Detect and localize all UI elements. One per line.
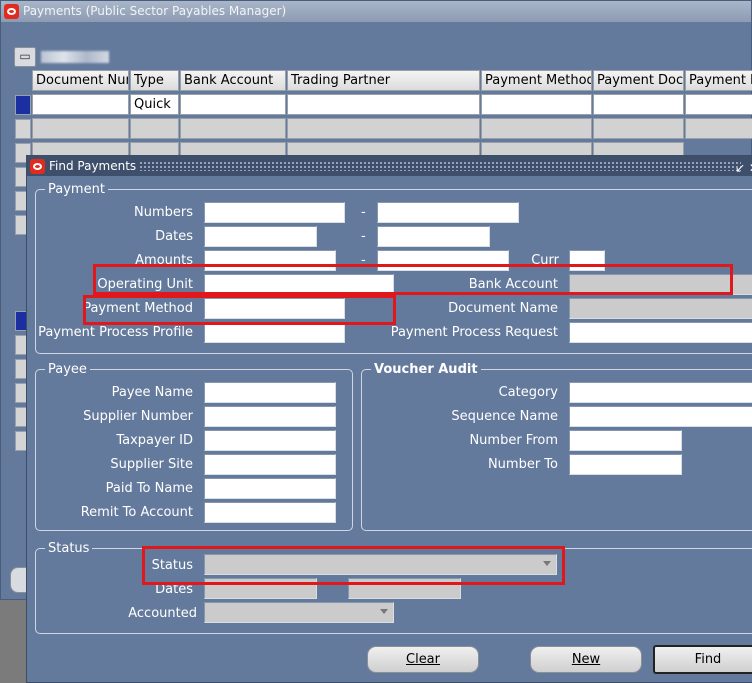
find-button[interactable]: Find [653, 645, 752, 674]
table-cell[interactable] [593, 118, 684, 139]
row-selector[interactable] [15, 95, 31, 115]
table-cell[interactable] [481, 118, 592, 139]
chevron-down-icon [543, 561, 551, 566]
col-header-trading-partner[interactable]: Trading Partner [287, 70, 480, 91]
status-label: Status [151, 558, 193, 573]
currency-field[interactable] [569, 250, 605, 271]
payee-group-title: Payee [45, 362, 90, 377]
table-cell[interactable] [593, 94, 684, 115]
window-controls-icon[interactable]: ↙ ✕ [735, 158, 752, 178]
amounts-to-field[interactable] [377, 250, 509, 271]
payment-method-label: Payment Method [83, 301, 193, 316]
find-payments-title: Find Payments [49, 159, 137, 173]
amounts-from-field[interactable] [204, 250, 336, 271]
status-group-title: Status [45, 541, 93, 556]
document-name-field[interactable] [569, 298, 752, 319]
payee-name-label: Payee Name [111, 385, 193, 400]
number-to-label: Number To [487, 457, 558, 472]
payment-process-request-label: Payment Process Request [390, 325, 558, 340]
status-dates-to-field[interactable] [348, 578, 461, 599]
blurred-folder-name [41, 51, 109, 63]
payee-name-field[interactable] [204, 382, 336, 403]
col-header-payment-process[interactable]: Payment P [685, 70, 752, 91]
table-cell[interactable] [32, 118, 129, 139]
col-header-type[interactable]: Type [130, 70, 179, 91]
oracle-logo-icon [4, 4, 19, 19]
table-cell[interactable] [685, 94, 752, 115]
number-from-field[interactable] [569, 430, 682, 451]
amounts-label: Amounts [135, 253, 193, 268]
payment-method-field[interactable] [204, 298, 345, 319]
document-name-label: Document Name [448, 301, 558, 316]
payment-process-profile-field[interactable] [204, 322, 345, 343]
table-cell[interactable] [481, 94, 592, 115]
remit-to-account-label: Remit To Account [80, 505, 193, 520]
number-from-label: Number From [469, 433, 558, 448]
col-header-bank-account[interactable]: Bank Account [180, 70, 286, 91]
dates-range-separator: - [361, 229, 366, 244]
payment-process-request-field[interactable] [569, 322, 752, 343]
payments-window-title: Payments (Public Sector Payables Manager… [23, 4, 287, 18]
dates-from-field[interactable] [204, 226, 317, 247]
table-cell[interactable] [180, 118, 286, 139]
titlebar-grip [139, 161, 741, 171]
sequence-name-label: Sequence Name [451, 409, 558, 424]
taxpayer-id-label: Taxpayer ID [116, 433, 193, 448]
supplier-site-label: Supplier Site [110, 457, 193, 472]
clear-button-label: Clear [406, 652, 440, 667]
remit-to-account-field[interactable] [204, 502, 336, 523]
accounted-label: Accounted [128, 606, 197, 621]
voucher-audit-group-title: Voucher Audit [371, 362, 481, 377]
clear-button[interactable]: Clear [367, 646, 479, 673]
new-button[interactable]: New [530, 646, 642, 673]
paid-to-name-label: Paid To Name [105, 481, 193, 496]
category-field[interactable] [569, 382, 752, 403]
dates-label: Dates [155, 229, 193, 244]
supplier-site-field[interactable] [204, 454, 336, 475]
new-button-label: New [571, 652, 601, 667]
oracle-logo-icon [30, 159, 45, 174]
table-cell[interactable] [287, 118, 480, 139]
status-dates-label: Dates [155, 582, 193, 597]
find-payments-titlebar: Find Payments ↙ ✕ [27, 156, 752, 176]
operating-unit-label: Operating Unit [97, 277, 193, 292]
operating-unit-field[interactable] [204, 274, 394, 295]
curr-label: Curr [531, 253, 559, 268]
taxpayer-id-field[interactable] [204, 430, 336, 451]
folder-icon[interactable]: ▭ [14, 47, 36, 67]
find-payments-dialog: Find Payments ↙ ✕ Payment Numbers - Date… [26, 155, 752, 683]
numbers-to-field[interactable] [377, 202, 519, 223]
bank-account-field[interactable] [569, 274, 752, 295]
col-header-payment-document[interactable]: Payment Docu [593, 70, 684, 91]
dates-to-field[interactable] [377, 226, 490, 247]
status-dates-from-field[interactable] [204, 578, 317, 599]
table-cell[interactable] [287, 94, 480, 115]
table-cell[interactable] [685, 118, 752, 139]
table-cell-type[interactable]: Quick [130, 94, 179, 115]
sequence-name-field[interactable] [569, 406, 752, 427]
row-selector[interactable] [15, 119, 31, 139]
numbers-from-field[interactable] [204, 202, 345, 223]
number-to-field[interactable] [569, 454, 682, 475]
paid-to-name-field[interactable] [204, 478, 336, 499]
col-header-document-num[interactable]: Document Num [32, 70, 129, 91]
bank-account-label: Bank Account [468, 277, 558, 292]
find-button-label: Find [694, 652, 722, 667]
supplier-number-label: Supplier Number [83, 409, 193, 424]
payment-group-title: Payment [45, 182, 108, 197]
supplier-number-field[interactable] [204, 406, 336, 427]
table-cell[interactable] [130, 118, 179, 139]
payments-window-titlebar: Payments (Public Sector Payables Manager… [1, 1, 751, 22]
numbers-range-separator: - [361, 205, 366, 220]
numbers-label: Numbers [134, 205, 193, 220]
status-dropdown[interactable] [204, 554, 557, 575]
category-label: Category [498, 385, 558, 400]
table-cell[interactable] [180, 94, 286, 115]
table-cell[interactable] [32, 94, 129, 115]
col-header-payment-method[interactable]: Payment Method [481, 70, 592, 91]
payment-process-profile-label: Payment Process Profile [38, 325, 193, 340]
chevron-down-icon [380, 609, 388, 614]
accounted-dropdown[interactable] [204, 602, 394, 623]
amounts-range-separator: - [361, 253, 366, 268]
